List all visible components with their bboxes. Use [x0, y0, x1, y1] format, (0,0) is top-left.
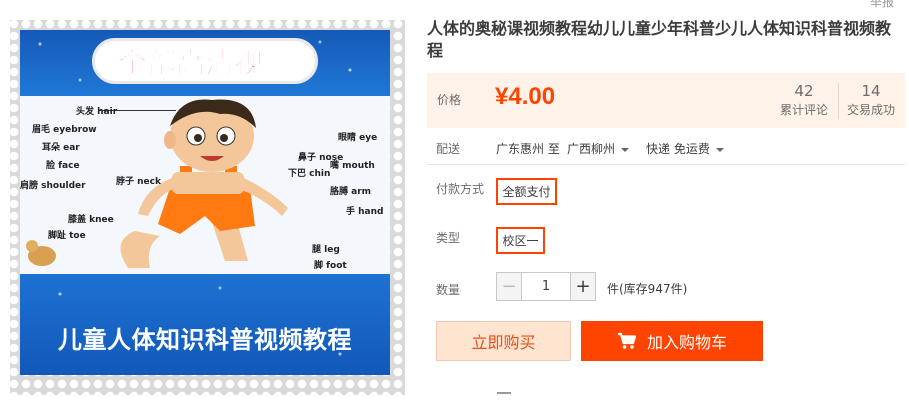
body-label-shoulder: 肩膀 shoulder	[20, 181, 86, 191]
body-label-neck: 脖子 neck	[116, 177, 161, 187]
poster-banner-text: 全部高清视频	[117, 46, 292, 81]
poster-banner: 全部高清视频	[92, 38, 318, 84]
price-panel: 价格 ¥4.00 42 累计评论 14 交易成功	[427, 73, 905, 128]
product-image[interactable]: 全部高清视频 头发 hair 眉毛 eyebrow 耳朵 ear 脸 face …	[20, 30, 390, 375]
buy-now-button[interactable]: 立即购买	[436, 321, 571, 361]
quantity-stepper: − 1 +	[496, 272, 596, 301]
reviews-label: 累计评论	[779, 103, 828, 117]
body-label-arm: 胳膊 arm	[330, 187, 372, 197]
body-label-eye: 眼睛 eye	[338, 133, 378, 143]
payment-option-full[interactable]: 全额支付	[496, 178, 557, 205]
price-label: 价格	[437, 93, 462, 107]
body-label-face: 脸 face	[46, 161, 80, 171]
body-label-toe: 脚趾 toe	[48, 231, 86, 241]
shipping-destination-dropdown[interactable]: 广西柳州	[567, 140, 630, 157]
deals-stat: 14 交易成功	[841, 81, 901, 119]
body-label-chin: 下巴 chin	[288, 169, 331, 179]
stock-info: 件(库存947件)	[607, 282, 688, 296]
deals-count: 14	[861, 82, 881, 100]
chevron-down-icon	[621, 147, 630, 152]
body-label-leg: 腿 leg	[312, 245, 340, 255]
chevron-down-icon	[715, 147, 724, 152]
quantity-input[interactable]: 1	[522, 272, 570, 301]
shipping-method: 快递 免运费	[646, 142, 710, 156]
cart-icon	[617, 332, 637, 349]
quantity-label: 数量	[436, 283, 461, 297]
body-label-knee: 膝盖 knee	[68, 215, 114, 225]
body-label-hand: 手 hand	[346, 207, 384, 217]
divider	[497, 392, 511, 394]
price-value: ¥4.00	[495, 83, 556, 110]
product-title: 人体的奥秘课视频教程幼儿儿童少年科普少儿人体知识科普视频教程	[427, 19, 892, 60]
report-link[interactable]: 举报	[870, 0, 894, 10]
shipping-from: 广东惠州 至	[496, 142, 560, 156]
body-label-hair: 头发 hair	[76, 107, 118, 117]
add-to-cart-button[interactable]: 加入购物车	[581, 321, 763, 361]
body-label-foot: 脚 foot	[314, 261, 347, 271]
type-label: 类型	[436, 231, 461, 245]
shipping-destination: 广西柳州	[567, 142, 616, 156]
reviews-count: 42	[794, 82, 814, 100]
quantity-decrease-button[interactable]: −	[496, 272, 522, 301]
add-to-cart-label: 加入购物车	[646, 333, 727, 352]
poster-header: 全部高清视频	[20, 30, 390, 96]
reviews-stat[interactable]: 42 累计评论	[774, 81, 834, 119]
body-label-ear: 耳朵 ear	[42, 143, 80, 153]
shipping-label: 配送	[436, 142, 461, 156]
poster-caption: 儿童人体知识科普视频教程	[58, 326, 352, 354]
shipping-method-dropdown[interactable]: 快递 免运费	[646, 140, 724, 157]
quantity-increase-button[interactable]: +	[570, 272, 596, 301]
divider	[427, 164, 905, 165]
deals-label: 交易成功	[846, 103, 895, 117]
body-label-eyebrow: 眉毛 eyebrow	[32, 125, 97, 135]
poster-illustration: 头发 hair 眉毛 eyebrow 耳朵 ear 脸 face 脖子 neck…	[20, 96, 390, 274]
payment-label: 付款方式	[436, 182, 485, 196]
body-label-mouth: 嘴 mouth	[330, 161, 375, 171]
stat-divider	[838, 83, 839, 119]
type-option-campus-1[interactable]: 校区一	[496, 227, 545, 254]
